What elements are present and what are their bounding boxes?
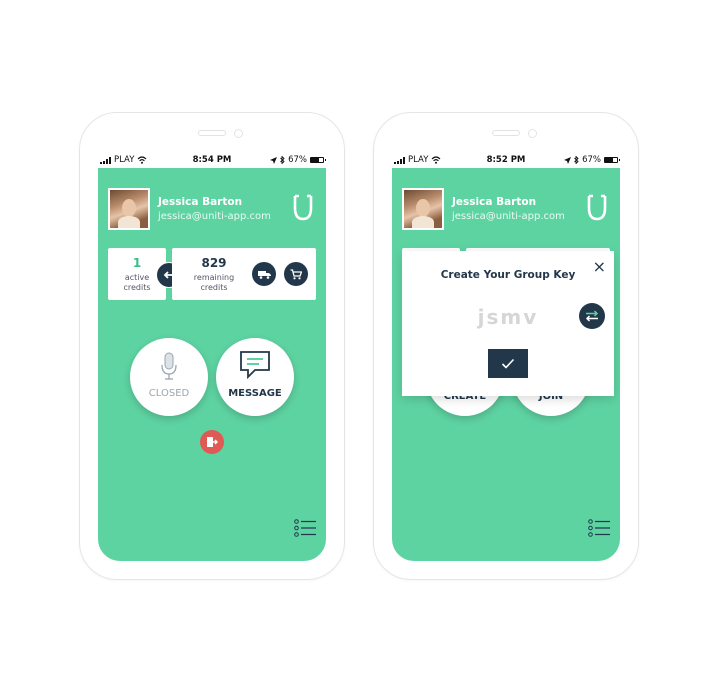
check-icon <box>501 358 515 369</box>
camera <box>234 129 243 138</box>
delivery-button[interactable] <box>252 262 276 286</box>
phone-frame-right: PLAY 8:52 PM 67% Jessica Barton jessica@… <box>373 112 639 580</box>
remaining-credits-value: 829 <box>201 256 227 270</box>
exit-icon <box>207 437 218 447</box>
phone-frame-left: PLAY 8:54 PM 67% Jessica Barton jessica@… <box>79 112 345 580</box>
speaker <box>198 130 226 136</box>
exit-button[interactable] <box>200 430 224 454</box>
modal-title: Create Your Group Key <box>440 269 576 281</box>
chat-icon <box>240 351 270 380</box>
remaining-credits-card: 829 remaining credits <box>172 248 316 300</box>
avatar[interactable] <box>402 188 444 230</box>
camera <box>528 129 537 138</box>
menu-list-icon[interactable] <box>294 519 316 537</box>
bluetooth-icon <box>574 156 579 164</box>
status-bar: PLAY 8:52 PM 67% <box>392 154 620 168</box>
user-name: Jessica Barton <box>158 196 243 208</box>
location-icon <box>564 156 572 164</box>
app-screen: Jessica Barton jessica@uniti-app.com 1 a… <box>98 168 326 561</box>
logo-icon <box>293 194 313 221</box>
battery-percent: 67% <box>582 155 601 165</box>
truck-icon <box>257 270 271 279</box>
cart-button[interactable] <box>284 262 308 286</box>
message-label: MESSAGE <box>228 388 282 399</box>
battery-percent: 67% <box>288 155 307 165</box>
battery-icon <box>310 157 326 163</box>
message-button[interactable]: MESSAGE <box>216 338 294 416</box>
user-name: Jessica Barton <box>452 196 537 208</box>
cart-icon <box>290 268 302 279</box>
closed-label: CLOSED <box>148 388 190 399</box>
menu-list-icon[interactable] <box>588 519 610 537</box>
microphone-icon <box>161 352 177 380</box>
remaining-credits-label-2: credits <box>200 283 228 292</box>
status-bar: PLAY 8:54 PM 67% <box>98 154 326 168</box>
speaker <box>492 130 520 136</box>
confirm-button[interactable] <box>488 349 528 378</box>
regenerate-key-button[interactable] <box>579 303 605 329</box>
close-icon[interactable]: × <box>593 257 606 276</box>
user-email: jessica@uniti-app.com <box>158 211 271 222</box>
bluetooth-icon <box>280 156 285 164</box>
active-credits-label-2: credits <box>123 283 151 292</box>
remaining-credits-label: remaining <box>193 273 235 282</box>
swap-icon <box>585 310 599 322</box>
avatar[interactable] <box>108 188 150 230</box>
user-email: jessica@uniti-app.com <box>452 211 565 222</box>
battery-icon <box>604 157 620 163</box>
logo-icon <box>587 194 607 221</box>
closed-button[interactable]: CLOSED <box>130 338 208 416</box>
location-icon <box>270 156 278 164</box>
group-key-modal: Create Your Group Key × jsmv <box>402 251 614 396</box>
